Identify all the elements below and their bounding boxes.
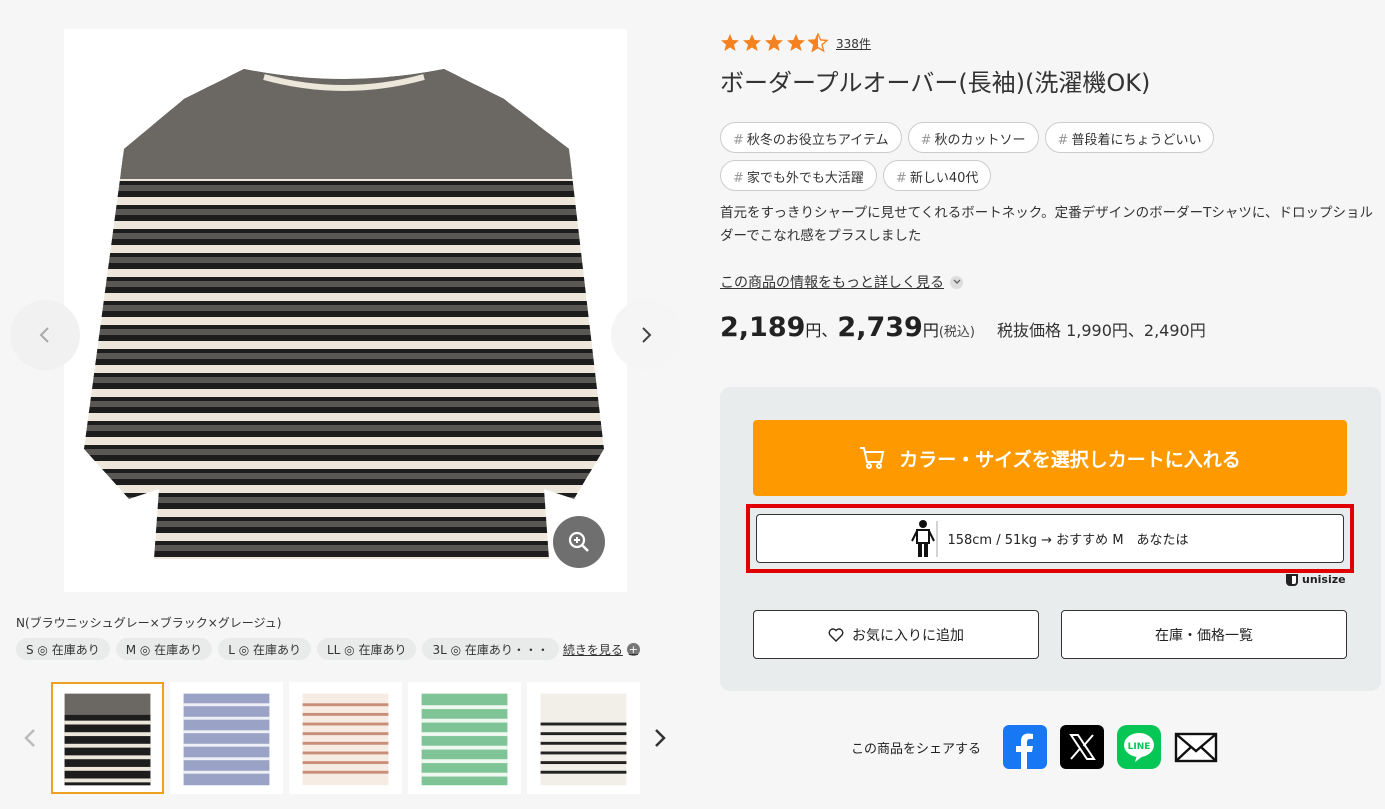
thumb-image xyxy=(53,684,162,792)
see-more-link[interactable]: 続きを見る + xyxy=(563,641,640,658)
tag-chip[interactable]: # 新しい40代 xyxy=(882,160,992,191)
hash-symbol: # xyxy=(920,133,932,148)
thumb-image xyxy=(291,684,400,792)
review-count-link[interactable]: 338件 xyxy=(836,35,871,52)
chevron-down-icon xyxy=(950,275,963,289)
chevron-right-icon xyxy=(642,327,652,343)
size-recommend-label: 158cm / 51kg → おすすめ M あなたは xyxy=(947,533,1189,548)
chevron-left-icon xyxy=(39,327,49,343)
size-chip-l: L ◎ 在庫あり xyxy=(218,638,311,660)
color-name: N(ブラウニッシュグレー×ブラック×グレージュ) xyxy=(16,616,282,630)
rating: 338件 xyxy=(720,33,871,53)
add-favorite-button[interactable]: お気に入りに追加 xyxy=(753,610,1039,659)
x-icon xyxy=(1060,725,1105,769)
size-chip-m: M ◎ 在庫あり xyxy=(115,638,213,660)
tag-label: 秋のカットソー xyxy=(934,133,1026,148)
thumbnail-color-white[interactable] xyxy=(527,682,640,794)
share-row: この商品をシェアする LINE xyxy=(851,725,1231,769)
unisize-label: unisize xyxy=(1302,573,1346,586)
add-to-cart-button[interactable]: カラー・サイズを選択しカートに入れる xyxy=(753,420,1347,496)
person-size-icon xyxy=(911,519,938,557)
striped-pullover-image xyxy=(84,69,604,559)
thumbnail-strip xyxy=(51,682,640,794)
price-low: 2,189 xyxy=(720,312,806,343)
tag-label: 新しい40代 xyxy=(909,171,979,186)
main-product-image[interactable] xyxy=(64,29,627,592)
cart-icon xyxy=(860,447,885,469)
more-info-link[interactable]: この商品の情報をもっと詳しく見る xyxy=(720,272,963,292)
size-stock-row: S ◎ 在庫あり M ◎ 在庫あり L ◎ 在庫あり LL ◎ 在庫あり 3L … xyxy=(16,638,640,660)
thumb-prev-button[interactable] xyxy=(20,726,40,750)
image-next-button[interactable] xyxy=(611,300,681,370)
thumb-image xyxy=(529,684,638,792)
hash-symbol: # xyxy=(1057,133,1069,148)
tax-included-label: (税込) xyxy=(938,325,975,340)
facebook-icon xyxy=(1003,725,1048,769)
share-label: この商品をシェアする xyxy=(851,741,982,757)
size-recommend-highlight: 158cm / 51kg → おすすめ M あなたは xyxy=(746,504,1354,573)
thumbnail-color-n[interactable] xyxy=(51,682,164,794)
zoom-button[interactable] xyxy=(553,516,605,568)
svg-text:LINE: LINE xyxy=(1128,742,1151,752)
facebook-share-button[interactable] xyxy=(1003,725,1048,769)
hash-symbol: # xyxy=(895,171,907,186)
thumbnail-color-brown[interactable] xyxy=(289,682,402,794)
tag-chip[interactable]: # 秋冬のお役立ちアイテム xyxy=(720,122,902,153)
half-star-icon xyxy=(808,33,828,53)
size-chip-ll: LL ◎ 在庫あり xyxy=(316,638,417,660)
price-excluding-tax: 税抜価格 1,990円、2,490円 xyxy=(997,321,1206,340)
tag-label: 普段着にちょうどいい xyxy=(1071,133,1202,148)
star-icon xyxy=(787,34,805,51)
price-yen-sep: 円、 xyxy=(805,321,838,340)
unisize-logo: unisize xyxy=(1286,573,1346,586)
zoom-in-icon xyxy=(568,531,589,552)
line-share-button[interactable]: LINE xyxy=(1117,725,1162,769)
product-description: 首元をすっきりシャープに見せてくれるボートネック。定番デザインのボーダーTシャツ… xyxy=(720,205,1374,244)
image-prev-button[interactable] xyxy=(10,300,80,370)
price-yen: 円 xyxy=(922,321,939,340)
star-icon xyxy=(765,34,783,51)
tag-label: 家でも外でも大活躍 xyxy=(746,171,864,186)
cart-panel: カラー・サイズを選択しカートに入れる 158cm / 51kg → おすすめ M… xyxy=(720,387,1381,691)
size-chip-3l: 3L ◎ 在庫あり・・・ xyxy=(422,638,559,660)
star-icon xyxy=(743,34,761,51)
stock-price-list-button[interactable]: 在庫・価格一覧 xyxy=(1061,610,1347,659)
thumb-image xyxy=(410,684,519,792)
tag-chip[interactable]: # 家でも外でも大活躍 xyxy=(720,160,877,191)
more-info-label: この商品の情報をもっと詳しく見る xyxy=(720,275,944,291)
thumb-next-button[interactable] xyxy=(650,726,670,750)
see-more-label: 続きを見る xyxy=(562,642,623,657)
plus-circle-icon: + xyxy=(626,642,640,656)
x-share-button[interactable] xyxy=(1060,725,1105,769)
thumb-image xyxy=(172,684,281,792)
unisize-icon xyxy=(1286,573,1298,586)
heart-icon xyxy=(828,627,844,642)
tag-chip[interactable]: # 普段着にちょうどいい xyxy=(1044,122,1215,153)
mail-share-button[interactable] xyxy=(1174,725,1218,769)
tag-list: # 秋冬のお役立ちアイテム # 秋のカットソー # 普段着にちょうどいい # 家でも外で… xyxy=(720,122,1320,191)
thumbnail-color-blue[interactable] xyxy=(170,682,283,794)
hash-symbol: # xyxy=(733,133,744,148)
favorite-label: お気に入りに追加 xyxy=(852,627,964,644)
hash-symbol: # xyxy=(733,171,744,186)
star-icon xyxy=(721,34,739,51)
mail-icon xyxy=(1174,732,1218,763)
price-row: 2,189 円、 2,739 円 (税込) 税抜価格 1,990円、2,490円 xyxy=(720,312,1206,343)
tag-label: 秋冬のお役立ちアイテム xyxy=(746,133,889,148)
line-icon: LINE xyxy=(1117,725,1162,769)
thumbnail-color-green[interactable] xyxy=(408,682,521,794)
price-high: 2,739 xyxy=(837,312,923,343)
add-to-cart-label: カラー・サイズを選択しカートに入れる xyxy=(899,448,1241,471)
size-recommend-button[interactable]: 158cm / 51kg → おすすめ M あなたは xyxy=(756,514,1344,563)
stock-label: 在庫・価格一覧 xyxy=(1155,627,1253,644)
product-title: ボーダープルオーバー(長袖)(洗濯機OK) xyxy=(720,69,1151,97)
size-chip-s: S ◎ 在庫あり xyxy=(16,638,110,660)
tag-chip[interactable]: # 秋のカットソー xyxy=(907,122,1039,153)
